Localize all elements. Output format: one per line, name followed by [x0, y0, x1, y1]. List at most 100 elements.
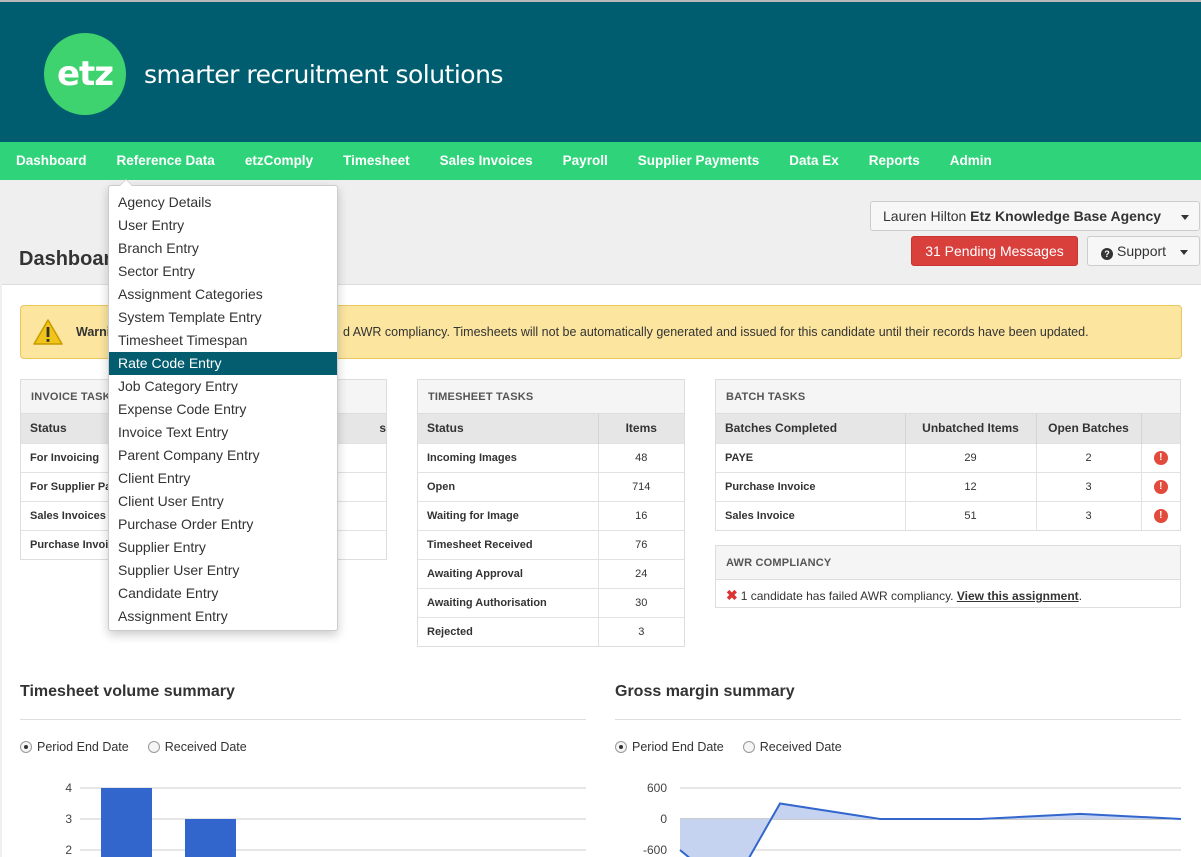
unbatched-count: 12: [905, 471, 1037, 501]
row-label[interactable]: Timesheet Received: [418, 529, 599, 559]
bar: [101, 788, 152, 857]
warning-text: d AWR compliancy. Timesheets will not be…: [343, 325, 1089, 339]
alert-icon[interactable]: !: [1153, 508, 1168, 523]
row-count: 48: [598, 442, 684, 472]
row-label[interactable]: Rejected: [418, 616, 599, 646]
unbatched-count: 29: [905, 442, 1037, 472]
menu-item-branch-entry[interactable]: Branch Entry: [109, 237, 337, 260]
row-label[interactable]: PAYE: [716, 442, 906, 472]
table-row[interactable]: Timesheet Received 76: [418, 529, 684, 559]
table-row[interactable]: Sales Invoice 51 3 !: [716, 500, 1180, 530]
alert-icon[interactable]: !: [1153, 479, 1168, 494]
menu-item-rate-code-entry[interactable]: Rate Code Entry: [109, 352, 337, 375]
main-nav: Dashboard Reference Data etzComply Times…: [0, 142, 1201, 180]
view-assignment-link[interactable]: View this assignment: [957, 589, 1079, 603]
warning-title: Warni: [76, 325, 111, 339]
gross-margin-title: Gross margin summary: [615, 683, 795, 700]
chevron-down-icon: [1180, 250, 1188, 255]
nav-admin[interactable]: Admin: [935, 142, 1007, 180]
menu-item-client-entry[interactable]: Client Entry: [109, 467, 337, 490]
nav-sales-invoices[interactable]: Sales Invoices: [425, 142, 548, 180]
nav-reference-data[interactable]: Reference Data: [102, 142, 230, 180]
warning-icon: [33, 319, 63, 345]
row-label[interactable]: Purchase Invoice: [716, 471, 906, 501]
divider: [615, 719, 1181, 720]
column-header: Open Batches: [1036, 414, 1142, 443]
received-date-radio[interactable]: [742, 741, 755, 753]
cross-icon: ✖: [726, 587, 738, 603]
row-count: 24: [598, 558, 684, 588]
support-button[interactable]: ? Support: [1087, 236, 1200, 266]
nav-supplier-payments[interactable]: Supplier Payments: [623, 142, 775, 180]
timesheet-summary-title: Timesheet volume summary: [20, 683, 235, 700]
period-end-radio[interactable]: [20, 741, 32, 753]
menu-item-assignment-entry[interactable]: Assignment Entry: [109, 605, 337, 628]
row-label[interactable]: Open: [418, 471, 599, 501]
row-label[interactable]: Awaiting Authorisation: [418, 587, 599, 617]
open-batches-count: 3: [1036, 500, 1142, 530]
unbatched-count: 51: [905, 500, 1037, 530]
reference-data-menu: Agency Details User Entry Branch Entry Sect…: [108, 179, 338, 631]
menu-item-candidate-entry[interactable]: Candidate Entry: [109, 582, 337, 605]
user-menu-button[interactable]: Lauren Hilton Etz Knowledge Base Agency: [870, 201, 1200, 231]
y-tick-label: 3: [65, 812, 72, 826]
menu-item-expense-code-entry[interactable]: Expense Code Entry: [109, 398, 337, 421]
batch-tasks-panel: BATCH TASKS Batches Completed Unbatched …: [715, 379, 1181, 531]
bar: [185, 819, 236, 857]
table-row[interactable]: PAYE 29 2 !: [716, 442, 1180, 472]
menu-item-client-user-entry[interactable]: Client User Entry: [109, 490, 337, 513]
row-label[interactable]: Sales Invoice: [716, 500, 906, 530]
column-header: Batches Completed: [716, 414, 906, 443]
table-row[interactable]: Open 714: [418, 471, 684, 501]
column-header: Unbatched Items: [905, 414, 1037, 443]
batch-tasks-table: Batches Completed Unbatched Items Open B…: [716, 414, 1180, 530]
menu-item-sector-entry[interactable]: Sector Entry: [109, 260, 337, 283]
table-row[interactable]: Awaiting Approval 24: [418, 558, 684, 588]
etz-logo[interactable]: etz: [44, 33, 126, 115]
question-icon: ?: [1101, 248, 1113, 260]
nav-dashboard[interactable]: Dashboard: [0, 142, 102, 180]
y-tick-label: 2: [65, 843, 72, 857]
nav-reports[interactable]: Reports: [854, 142, 935, 180]
nav-etzcomply[interactable]: etzComply: [230, 142, 328, 180]
menu-item-parent-company-entry[interactable]: Parent Company Entry: [109, 444, 337, 467]
nav-data-ex[interactable]: Data Ex: [774, 142, 854, 180]
column-header: Status: [418, 414, 599, 443]
column-header: Items: [598, 414, 684, 443]
menu-item-invoice-text-entry[interactable]: Invoice Text Entry: [109, 421, 337, 444]
row-label[interactable]: Awaiting Approval: [418, 558, 599, 588]
row-label[interactable]: Incoming Images: [418, 442, 599, 472]
menu-item-timesheet-timespan[interactable]: Timesheet Timespan: [109, 329, 337, 352]
received-date-radio[interactable]: [147, 741, 160, 753]
chevron-down-icon: [1181, 215, 1189, 220]
row-count: 714: [598, 471, 684, 501]
nav-timesheet[interactable]: Timesheet: [328, 142, 425, 180]
timesheet-tasks-panel: TIMESHEET TASKS Status Items Incoming Im…: [417, 379, 685, 647]
menu-item-user-entry[interactable]: User Entry: [109, 214, 337, 237]
open-batches-count: 2: [1036, 442, 1142, 472]
table-row[interactable]: Rejected 3: [418, 616, 684, 646]
row-label[interactable]: Waiting for Image: [418, 500, 599, 530]
y-tick-label: 0: [660, 812, 667, 826]
timesheet-tasks-table: Status Items Incoming Images 48 Open 714 W…: [418, 414, 684, 646]
period-end-radio[interactable]: [615, 741, 627, 753]
menu-item-supplier-user-entry[interactable]: Supplier User Entry: [109, 559, 337, 582]
menu-item-job-category-entry[interactable]: Job Category Entry: [109, 375, 337, 398]
margin-date-toggle: Period End Date Received Date: [615, 740, 861, 754]
table-row[interactable]: Waiting for Image 16: [418, 500, 684, 530]
agency-name: Etz Knowledge Base Agency: [970, 208, 1162, 224]
menu-item-purchase-order-entry[interactable]: Purchase Order Entry: [109, 513, 337, 536]
pending-messages-button[interactable]: 31 Pending Messages: [911, 236, 1078, 266]
table-row[interactable]: Awaiting Authorisation 30: [418, 587, 684, 617]
menu-item-system-template-entry[interactable]: System Template Entry: [109, 306, 337, 329]
panel-title: AWR COMPLIANCY: [716, 546, 1180, 580]
nav-payroll[interactable]: Payroll: [548, 142, 623, 180]
alert-icon[interactable]: !: [1153, 450, 1168, 465]
timesheet-volume-chart: 4 3 2: [65, 781, 586, 857]
table-row[interactable]: Purchase Invoice 12 3 !: [716, 471, 1180, 501]
menu-item-agency-details[interactable]: Agency Details: [109, 191, 337, 214]
support-label: Support: [1117, 243, 1167, 259]
menu-item-assignment-categories[interactable]: Assignment Categories: [109, 283, 337, 306]
table-row[interactable]: Incoming Images 48: [418, 442, 684, 472]
menu-item-supplier-entry[interactable]: Supplier Entry: [109, 536, 337, 559]
